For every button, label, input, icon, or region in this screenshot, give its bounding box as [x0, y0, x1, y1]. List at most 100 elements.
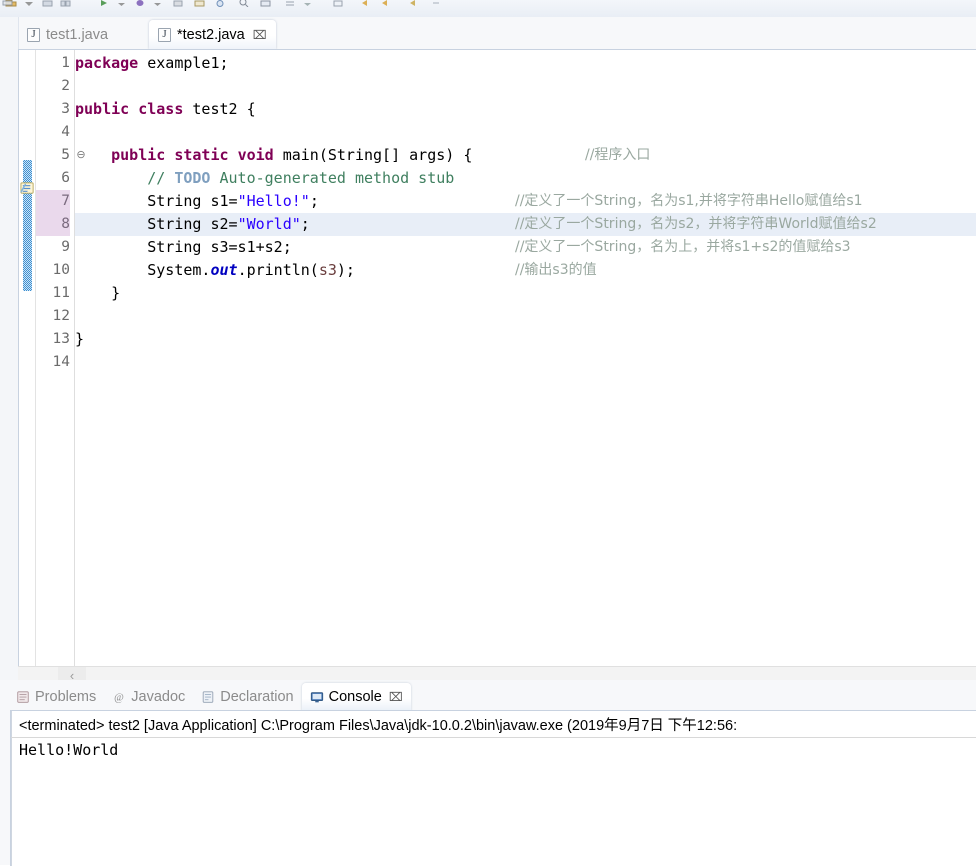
next-annotation-icon[interactable]: [282, 0, 298, 7]
code-line[interactable]: }: [75, 282, 976, 305]
main-toolbar[interactable]: [0, 0, 976, 18]
code-line[interactable]: [75, 75, 976, 98]
code-token: //: [147, 169, 175, 187]
code-line[interactable]: package example1;: [75, 52, 976, 75]
tab-javadoc[interactable]: @ Javadoc: [104, 683, 193, 711]
change-bar: [23, 160, 32, 291]
inline-comment: //定义了一个String，名为s2，并将字符串World赋值给s2: [515, 216, 877, 232]
close-icon[interactable]: ⌧: [389, 690, 403, 704]
editor-tab-label: *test2.java: [177, 26, 245, 43]
editor-tab-test2[interactable]: *test2.java ⌧: [149, 20, 276, 49]
perspective-rail: [0, 17, 19, 680]
link-icon[interactable]: [428, 0, 444, 7]
inline-comment: //定义了一个String，名为上，并将s1+s2的值赋给s3: [515, 239, 851, 255]
run-icon[interactable]: [96, 0, 112, 7]
pin-editor-icon[interactable]: [404, 0, 420, 7]
code-line[interactable]: // TODO Auto-generated method stub: [75, 167, 976, 190]
run-dropdown-icon[interactable]: [114, 0, 130, 7]
code-token: }: [75, 330, 85, 348]
code-token: String s2=: [75, 215, 238, 233]
inline-comment: //定义了一个String，名为s1,并将字符串Hello赋值给s1: [515, 193, 863, 209]
code-token: String s1=: [75, 192, 238, 210]
editor-tab-test1[interactable]: test1.java: [18, 20, 117, 49]
code-token: package: [75, 54, 139, 72]
forward-icon[interactable]: [376, 0, 392, 7]
problems-icon: [17, 691, 29, 703]
code-token: }: [75, 284, 121, 302]
tab-declaration[interactable]: Declaration: [193, 683, 301, 711]
code-line[interactable]: public static void main(String[] args) {: [75, 144, 976, 167]
open-type-icon[interactable]: [258, 0, 274, 7]
code-text[interactable]: package example1; public class test2 { pu…: [75, 50, 976, 667]
bottom-view-tab-bar[interactable]: Problems @ Javadoc Declaration Console ⌧: [8, 683, 411, 711]
editor-tab-bar[interactable]: test1.java *test2.java ⌧: [18, 20, 976, 49]
line-number: 1: [61, 55, 70, 71]
back-icon[interactable]: [356, 0, 372, 7]
code-token: s3: [318, 261, 337, 279]
inline-comment: //输出s3的值: [515, 262, 597, 278]
java-file-icon: [27, 27, 40, 42]
external-tools-icon[interactable]: [170, 0, 186, 7]
console-output-text: Hello!World: [19, 741, 119, 759]
folding-collapse-icon[interactable]: ⊖: [75, 144, 87, 167]
code-token: public: [111, 146, 166, 164]
save-icon[interactable]: [40, 0, 56, 7]
java-file-icon: [158, 27, 171, 42]
debug-dropdown-icon[interactable]: [150, 0, 166, 7]
code-token: ;: [300, 215, 310, 233]
inline-comment: //程序入口: [585, 147, 651, 163]
close-icon[interactable]: ⌧: [253, 29, 267, 41]
console-icon: [310, 692, 323, 703]
todo-task-icon[interactable]: [20, 181, 35, 196]
tab-label: Problems: [35, 689, 97, 705]
tab-console[interactable]: Console ⌧: [301, 683, 411, 711]
code-line[interactable]: [75, 121, 976, 144]
code-line[interactable]: [75, 305, 976, 328]
code-token: static: [174, 146, 229, 164]
tab-label: Declaration: [220, 689, 294, 705]
tab-label: Console: [328, 689, 382, 705]
code-line[interactable]: public class test2 {: [75, 98, 976, 121]
annotation-ruler[interactable]: [19, 50, 36, 667]
tab-problems[interactable]: Problems: [8, 683, 104, 711]
editor-tab-label: test1.java: [46, 26, 109, 43]
code-line[interactable]: [75, 351, 976, 374]
code-token: public: [75, 100, 130, 118]
code-token: System.: [75, 261, 211, 279]
new-class-icon[interactable]: [212, 0, 228, 7]
code-token: example1;: [138, 54, 229, 72]
line-number: 7: [36, 190, 70, 213]
previous-annotation-icon[interactable]: [300, 0, 316, 7]
code-token: main(String[] args) {: [273, 146, 473, 164]
line-number: 10: [52, 262, 70, 278]
print-icon[interactable]: [0, 0, 16, 7]
line-number: 11: [52, 285, 70, 301]
code-token: void: [237, 146, 274, 164]
search-icon[interactable]: [236, 0, 252, 7]
console-divider: [11, 737, 976, 738]
code-line[interactable]: }: [75, 328, 976, 351]
console-left-border: [11, 711, 12, 866]
code-editor[interactable]: 1 2 3 4 5 6 7 8 9 10 11 12 13 14 package example1; pub…: [18, 49, 976, 667]
code-token: class: [138, 100, 184, 118]
code-token: TODO: [174, 169, 211, 187]
debug-icon[interactable]: [132, 0, 148, 7]
code-token: );: [336, 261, 355, 279]
new-dropdown-icon[interactable]: [22, 0, 38, 7]
save-all-icon[interactable]: [58, 0, 74, 7]
line-number: 12: [52, 308, 70, 324]
new-java-package-icon[interactable]: [192, 0, 208, 7]
code-token: "Hello!": [237, 192, 310, 210]
line-number: 6: [61, 170, 70, 186]
declaration-icon: [203, 691, 214, 703]
open-task-icon[interactable]: [330, 0, 346, 7]
code-token: test2 {: [183, 100, 256, 118]
tab-label: Javadoc: [131, 689, 186, 705]
line-number: 2: [61, 78, 70, 94]
code-token: String s3=s1+s2;: [75, 238, 292, 256]
console-view[interactable]: <terminated> test2 [Java Application] C:…: [10, 710, 976, 866]
